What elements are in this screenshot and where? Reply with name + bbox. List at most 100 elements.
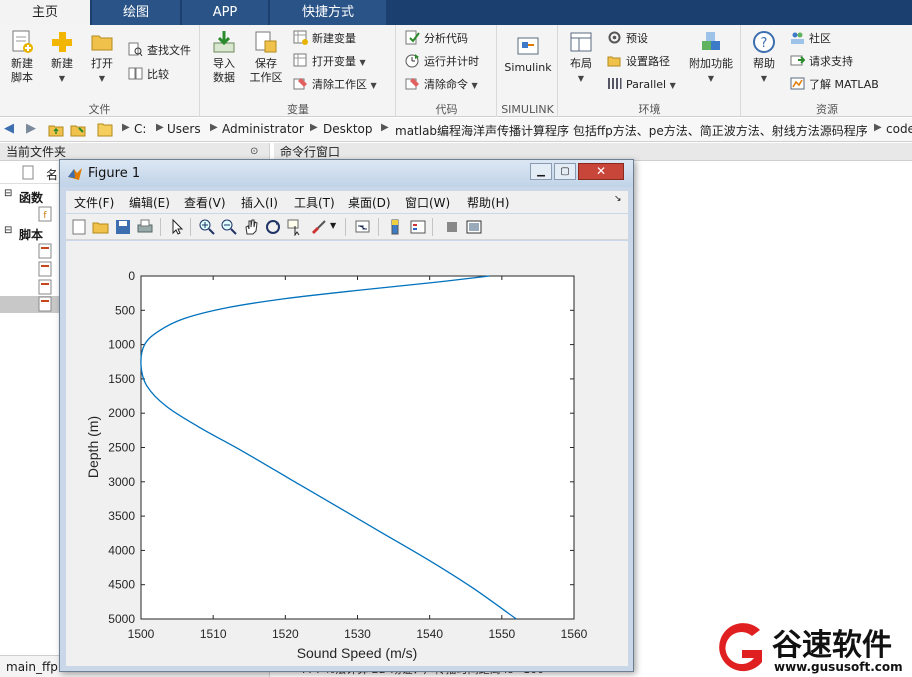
figure-window[interactable]: Figure 1 ▁ ▢ ✕ 文件(F) 编辑(E) 查看(V) 插入(I) 工… <box>59 159 634 672</box>
tab-plots[interactable]: 绘图 <box>92 0 180 25</box>
menu-view[interactable]: 查看(V) <box>184 194 226 211</box>
menu-file[interactable]: 文件(F) <box>74 194 114 211</box>
hide-plot-tools-icon[interactable] <box>443 218 461 236</box>
new-button[interactable]: 新建 ▼ <box>44 29 80 86</box>
open-variable-label: 打开变量 <box>312 55 356 68</box>
learn-matlab-label: 了解 MATLAB <box>809 78 879 91</box>
data-cursor-icon[interactable] <box>286 218 304 236</box>
new-script-button[interactable]: 新建 脚本 <box>4 29 40 85</box>
menu-tools[interactable]: 工具(T) <box>294 194 335 211</box>
tab-apps[interactable]: APP <box>182 0 268 25</box>
menu-help[interactable]: 帮助(H) <box>467 194 509 211</box>
open-file-icon[interactable] <box>92 218 110 236</box>
browse-folder-icon[interactable] <box>70 122 86 138</box>
breadcrumb-administrator[interactable]: Administrator <box>222 122 304 136</box>
find-files-label: 查找文件 <box>147 44 191 57</box>
set-path-label: 设置路径 <box>626 55 670 68</box>
layout-icon <box>570 32 592 52</box>
minimize-button[interactable]: ▁ <box>530 163 552 180</box>
show-plot-tools-icon[interactable] <box>465 218 483 236</box>
tab-home[interactable]: 主页 <box>0 0 90 25</box>
clear-workspace-button[interactable]: 清除工作区 ▼ <box>293 75 377 95</box>
forward-arrow-icon[interactable]: ▶ <box>26 121 36 136</box>
breadcrumb-users[interactable]: Users <box>167 122 201 136</box>
collapse-icon[interactable]: ⊟ <box>4 188 12 199</box>
function-file-icon[interactable]: f <box>38 206 52 222</box>
script-file-icon[interactable] <box>38 243 52 259</box>
figure-canvas[interactable]: 1500 1510 1520 1530 1540 1550 1560 0 500 1000 150… <box>66 241 628 666</box>
open-button[interactable]: 打开 ▼ <box>84 29 120 86</box>
breadcrumb-sep-icon: ▶ <box>122 122 130 133</box>
name-column-header[interactable]: 名 <box>46 166 58 183</box>
breadcrumb-code[interactable]: code <box>886 122 912 136</box>
back-arrow-icon[interactable]: ◀ <box>4 121 14 136</box>
print-figure-icon[interactable] <box>136 218 154 236</box>
plot-area[interactable]: 1500 1510 1520 1530 1540 1550 1560 0 500 1000 150… <box>66 241 628 666</box>
ribbon-group-file: 新建 脚本 新建 ▼ 打开 ▼ 查找文件 比较 文件 <box>0 25 200 117</box>
set-path-button[interactable]: 设置路径 <box>607 52 670 72</box>
legend-icon[interactable] <box>409 218 427 236</box>
add-ons-button[interactable]: 附加功能 ▼ <box>685 29 737 86</box>
request-support-button[interactable]: 请求支持 <box>790 52 853 72</box>
simulink-icon <box>517 37 539 55</box>
breadcrumb-desktop[interactable]: Desktop <box>323 122 373 136</box>
menu-desktop[interactable]: 桌面(D) <box>348 194 391 211</box>
plus-icon <box>52 32 72 52</box>
help-button[interactable]: ? 帮助 ▼ <box>746 29 782 86</box>
new-variable-button[interactable]: 新建变量 <box>293 29 356 49</box>
zoom-out-icon[interactable] <box>220 218 238 236</box>
menu-window[interactable]: 窗口(W) <box>405 194 450 211</box>
group-label-simulink: SIMULINK <box>501 103 554 116</box>
maximize-button[interactable]: ▢ <box>554 163 576 180</box>
gususoft-logo-icon <box>719 623 762 672</box>
breadcrumb-c[interactable]: C: <box>134 122 146 136</box>
script-file-icon[interactable] <box>38 279 52 295</box>
tab-shortcuts[interactable]: 快捷方式 <box>270 0 386 25</box>
ribbon-group-variable: 导入 数据 保存 工作区 新建变量 打开变量 ▼ 清除工作区 ▼ 变量 <box>201 25 396 117</box>
layout-button[interactable]: 布局 ▼ <box>563 29 599 86</box>
learn-matlab-button[interactable]: 了解 MATLAB <box>790 75 879 95</box>
compare-button[interactable]: 比较 <box>128 65 169 85</box>
menu-insert[interactable]: 插入(I) <box>241 194 278 211</box>
rotate-3d-icon[interactable] <box>264 218 282 236</box>
run-and-time-label: 运行并计时 <box>424 55 479 68</box>
colorbar-icon[interactable] <box>386 218 404 236</box>
close-button[interactable]: ✕ <box>578 163 624 180</box>
script-file-icon[interactable] <box>38 261 52 277</box>
add-ons-icon <box>702 32 720 50</box>
brush-icon[interactable] <box>310 218 328 236</box>
collapse-icon[interactable]: ⊟ <box>4 225 12 236</box>
zoom-in-icon[interactable] <box>198 218 216 236</box>
axes-box[interactable] <box>140 275 575 620</box>
x-tick-label: 1550 <box>488 627 515 641</box>
y-tick-label: 4500 <box>108 578 135 592</box>
run-and-time-button[interactable]: 运行并计时 <box>405 52 479 72</box>
figure-menubar: 文件(F) 编辑(E) 查看(V) 插入(I) 工具(T) 桌面(D) 窗口(W… <box>66 191 628 213</box>
menu-edit[interactable]: 编辑(E) <box>129 194 170 211</box>
analyze-code-button[interactable]: 分析代码 <box>405 29 468 49</box>
new-figure-icon[interactable] <box>70 218 88 236</box>
pan-hand-icon[interactable] <box>242 218 260 236</box>
clear-commands-button[interactable]: 清除命令 ▼ <box>405 75 478 95</box>
brush-dropdown-icon[interactable]: ▼ <box>330 221 336 230</box>
open-variable-icon <box>293 53 307 67</box>
simulink-button[interactable]: Simulink <box>500 33 556 75</box>
find-files-button[interactable]: 查找文件 <box>128 41 191 61</box>
preferences-button[interactable]: 预设 <box>607 29 648 49</box>
parallel-button[interactable]: Parallel ▼ <box>607 75 676 95</box>
y-tick-label: 500 <box>115 303 135 317</box>
ribbon-group-simulink: Simulink SIMULINK <box>498 25 558 117</box>
up-folder-icon[interactable] <box>48 122 64 138</box>
community-button[interactable]: 社区 <box>790 29 831 49</box>
select-pointer-icon[interactable] <box>168 218 186 236</box>
save-figure-icon[interactable] <box>114 218 132 236</box>
open-variable-button[interactable]: 打开变量 ▼ <box>293 52 366 72</box>
figure-titlebar[interactable]: Figure 1 ▁ ▢ ✕ <box>60 160 633 187</box>
import-data-button[interactable]: 导入 数据 <box>205 29 243 85</box>
undock-icon[interactable]: ↘ <box>614 194 622 204</box>
link-plot-icon[interactable] <box>354 218 372 236</box>
save-workspace-button[interactable]: 保存 工作区 <box>247 29 285 85</box>
new-variable-icon <box>293 30 308 45</box>
y-tick-label: 3000 <box>108 475 135 489</box>
breadcrumb-project[interactable]: matlab编程海洋声传播计算程序 包括ffp方法、pe方法、简正波方法、射线方… <box>395 122 867 139</box>
